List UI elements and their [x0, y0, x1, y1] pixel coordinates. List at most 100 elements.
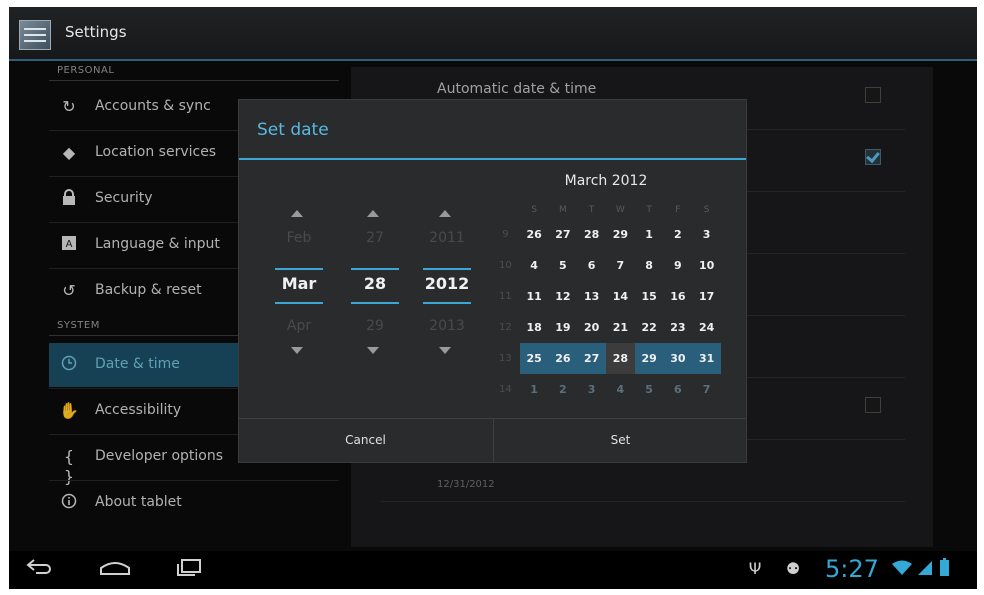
- calendar-day[interactable]: 5: [635, 374, 664, 405]
- week-number: 9: [502, 229, 509, 240]
- action-bar: Settings: [9, 7, 977, 61]
- spinner-divider: [351, 302, 399, 304]
- spinner-divider: [275, 302, 323, 304]
- week-number: 12: [499, 322, 512, 333]
- status-clock: 5:27: [825, 555, 879, 583]
- day-current-value[interactable]: 28: [347, 274, 403, 293]
- calendar-grid: S M T W T F S 9 26 27 28 29 1 2 3 10 4 5…: [491, 201, 721, 405]
- year-increment-arrow-icon[interactable]: [439, 210, 451, 217]
- recent-apps-icon[interactable]: [169, 551, 209, 589]
- year-current-value[interactable]: 2012: [419, 274, 475, 293]
- calendar-day[interactable]: 5: [549, 250, 578, 281]
- spinner-divider: [351, 268, 399, 270]
- android-debug-icon: ⚉: [785, 559, 801, 578]
- calendar-day[interactable]: 1: [635, 219, 664, 250]
- calendar-day[interactable]: 28: [577, 219, 606, 250]
- day-spinner[interactable]: 27 28 29: [347, 210, 403, 360]
- home-icon[interactable]: [93, 551, 137, 589]
- calendar-day[interactable]: 24: [692, 312, 721, 343]
- calendar-day[interactable]: 27: [577, 343, 606, 374]
- dialog-button-bar: Cancel Set: [239, 418, 746, 463]
- back-icon[interactable]: [19, 551, 59, 589]
- calendar-day[interactable]: 30: [663, 343, 693, 374]
- year-prev-value[interactable]: 2011: [419, 230, 475, 246]
- calendar-week-row: 12 18 19 20 21 22 23 24: [491, 312, 721, 343]
- spinner-divider: [423, 302, 471, 304]
- calendar-day[interactable]: 9: [664, 250, 693, 281]
- calendar-week-row: 13 25 26 27 28 29 30 31: [491, 343, 721, 374]
- dialog-title: Set date: [257, 120, 329, 140]
- weekday-label: S: [531, 205, 537, 215]
- spinner-divider: [275, 268, 323, 270]
- year-spinner[interactable]: 2011 2012 2013: [419, 210, 475, 360]
- calendar-day[interactable]: 21: [606, 312, 635, 343]
- set-button[interactable]: Set: [493, 419, 747, 463]
- calendar-day[interactable]: 3: [577, 374, 606, 405]
- calendar-day[interactable]: 29: [606, 219, 635, 250]
- week-number: 11: [499, 291, 512, 302]
- calendar-day[interactable]: 12: [549, 281, 578, 312]
- calendar-view[interactable]: March 2012 S M T W T F S 9 26 27 28 29 1…: [491, 165, 721, 415]
- weekday-label: T: [588, 205, 595, 215]
- calendar-day-selected[interactable]: 28: [606, 343, 635, 374]
- weekday-label: T: [646, 205, 652, 215]
- calendar-day[interactable]: 11: [520, 281, 549, 312]
- system-bar: Ψ ⚉ 5:27: [9, 551, 977, 589]
- calendar-day[interactable]: 31: [692, 343, 721, 374]
- calendar-day[interactable]: 4: [606, 374, 635, 405]
- app-title: Settings: [65, 23, 127, 41]
- calendar-day[interactable]: 22: [635, 312, 664, 343]
- calendar-day[interactable]: 20: [577, 312, 606, 343]
- calendar-day[interactable]: 19: [549, 312, 578, 343]
- month-prev-value[interactable]: Feb: [271, 230, 327, 246]
- month-decrement-arrow-icon[interactable]: [291, 347, 303, 354]
- cancel-button[interactable]: Cancel: [239, 419, 492, 463]
- calendar-day[interactable]: 2: [549, 374, 578, 405]
- calendar-day[interactable]: 16: [664, 281, 693, 312]
- calendar-day[interactable]: 26: [548, 343, 578, 374]
- day-prev-value[interactable]: 27: [347, 230, 403, 246]
- calendar-day[interactable]: 6: [577, 250, 606, 281]
- year-next-value[interactable]: 2013: [419, 318, 475, 334]
- calendar-day[interactable]: 6: [664, 374, 693, 405]
- tablet-screen: Settings PERSONAL ↻ Accounts & sync ◆ Lo…: [9, 7, 977, 589]
- calendar-week-row: 10 4 5 6 7 8 9 10: [491, 250, 721, 281]
- calendar-day[interactable]: 27: [549, 219, 578, 250]
- calendar-day[interactable]: 18: [520, 312, 549, 343]
- week-number: 14: [499, 384, 512, 395]
- wifi-icon: [889, 551, 915, 589]
- day-next-value[interactable]: 29: [347, 318, 403, 334]
- month-increment-arrow-icon[interactable]: [291, 210, 303, 217]
- calendar-day[interactable]: 13: [577, 281, 606, 312]
- month-spinner[interactable]: Feb Mar Apr: [271, 210, 327, 360]
- calendar-month-label: March 2012: [564, 173, 648, 189]
- calendar-day[interactable]: 25: [519, 343, 549, 374]
- weekday-label: F: [675, 205, 681, 215]
- calendar-day[interactable]: 17: [692, 281, 721, 312]
- settings-app-icon[interactable]: [19, 20, 51, 50]
- calendar-day[interactable]: 14: [606, 281, 635, 312]
- set-date-dialog: Set date Feb Mar Apr 27 28 29 2011 2012 …: [239, 100, 746, 463]
- calendar-day[interactable]: 1: [520, 374, 549, 405]
- calendar-day[interactable]: 26: [520, 219, 549, 250]
- year-decrement-arrow-icon[interactable]: [439, 347, 451, 354]
- calendar-day[interactable]: 7: [692, 374, 721, 405]
- weekday-label: M: [558, 205, 567, 215]
- calendar-day[interactable]: 8: [635, 250, 664, 281]
- calendar-day[interactable]: 23: [664, 312, 693, 343]
- weekday-header-row: S M T W T F S: [491, 201, 721, 219]
- calendar-week-row: 11 11 12 13 14 15 16 17: [491, 281, 721, 312]
- calendar-day[interactable]: 15: [635, 281, 664, 312]
- week-number: 10: [499, 260, 512, 271]
- day-decrement-arrow-icon[interactable]: [367, 347, 379, 354]
- month-next-value[interactable]: Apr: [271, 318, 327, 334]
- calendar-day[interactable]: 3: [692, 219, 721, 250]
- calendar-day[interactable]: 4: [520, 250, 549, 281]
- month-current-value[interactable]: Mar: [271, 274, 327, 293]
- calendar-day[interactable]: 2: [664, 219, 693, 250]
- calendar-day[interactable]: 10: [692, 250, 721, 281]
- day-increment-arrow-icon[interactable]: [367, 210, 379, 217]
- calendar-day[interactable]: 29: [634, 343, 664, 374]
- calendar-day[interactable]: 7: [606, 250, 635, 281]
- weekday-label: W: [615, 205, 625, 215]
